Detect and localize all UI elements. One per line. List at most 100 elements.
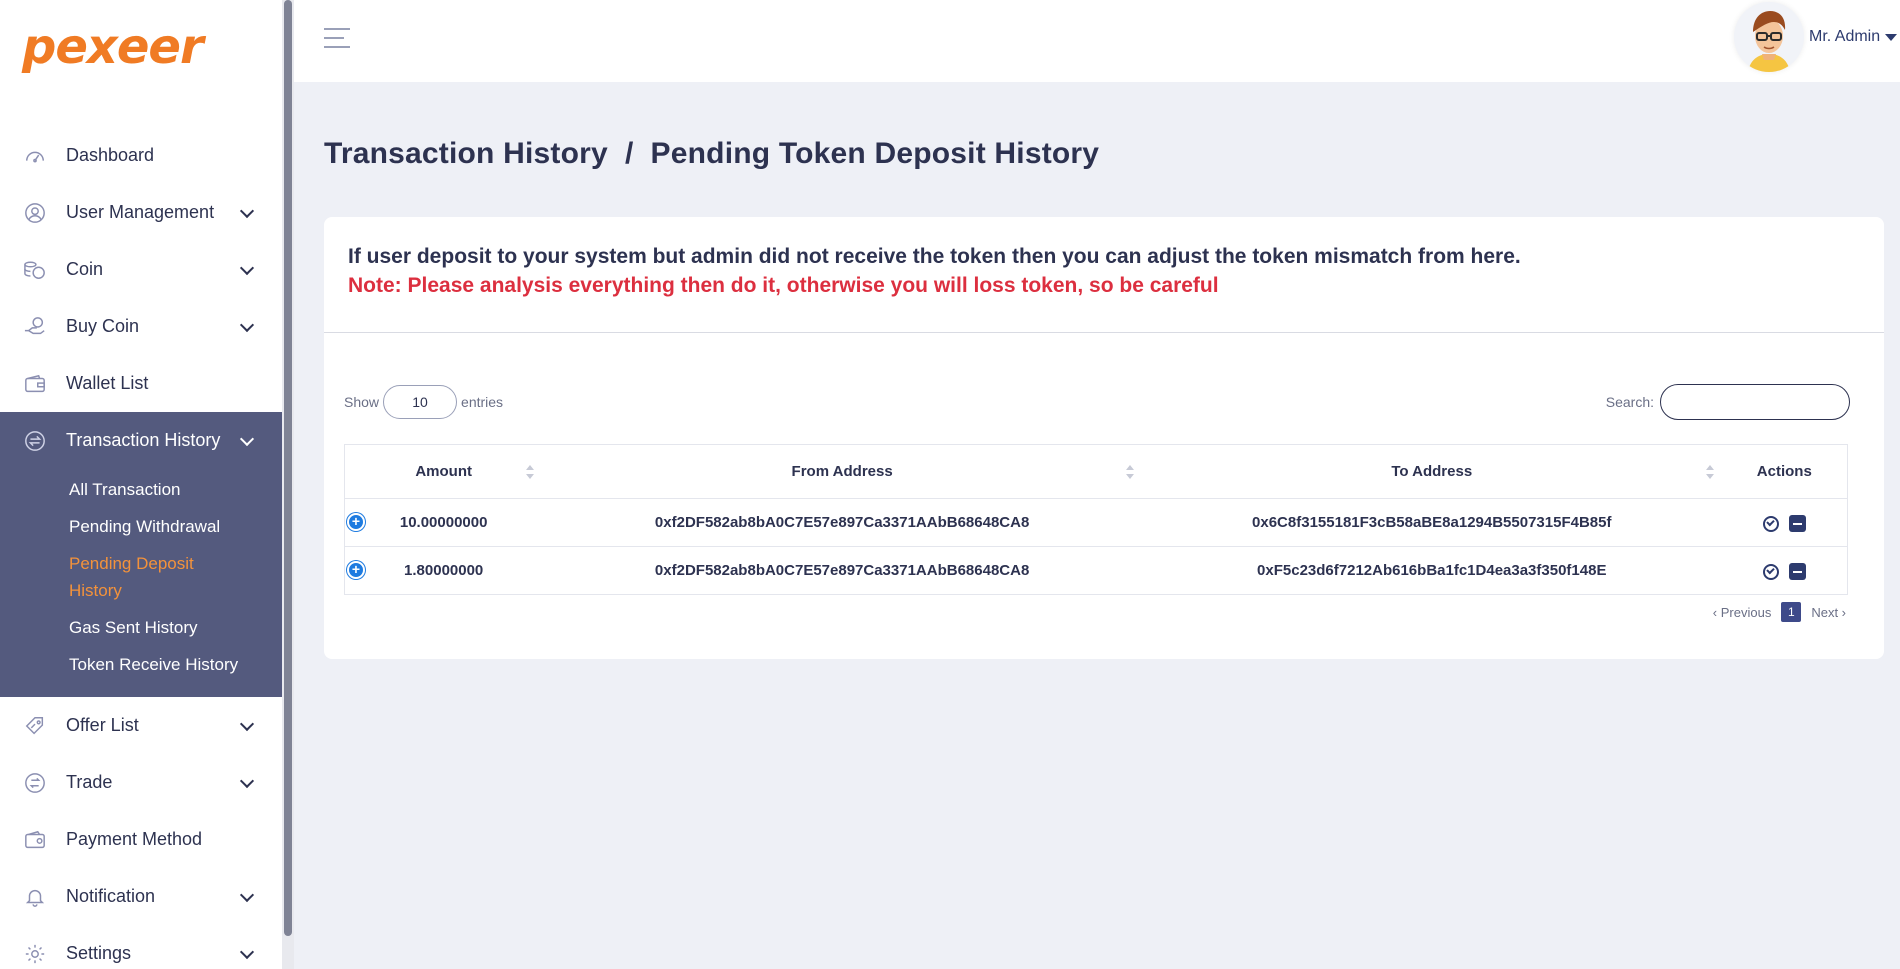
notice-text: If user deposit to your system but admin…: [348, 245, 1521, 268]
sidebar-scrollbar[interactable]: [284, 0, 292, 936]
page-title: Transaction History / Pending Token Depo…: [324, 137, 1100, 170]
sidebar-item-label: User Management: [66, 202, 215, 222]
sort-icon: [526, 464, 535, 479]
chevron-down-icon: [239, 944, 255, 959]
sidebar: pexeer Dashboard User Management Coin Bu…: [0, 0, 282, 969]
sidebar-item-label: Payment Method: [66, 829, 203, 849]
page-1-button[interactable]: 1: [1781, 602, 1802, 622]
sidebar-subitem-pending-withdrawal[interactable]: Pending Withdrawal: [69, 508, 282, 545]
sidebar-item-label: Coin: [66, 259, 104, 279]
sidebar-item-settings[interactable]: Settings: [0, 925, 282, 969]
search-control: Search:: [1606, 384, 1850, 420]
sidebar-item-notification[interactable]: Notification: [0, 868, 282, 925]
sidebar-item-offer-list[interactable]: Offer List: [0, 697, 282, 754]
sort-icon: [1705, 464, 1714, 479]
table-row: + 1.80000000 0xf2DF582ab8bA0C7E57e897Ca3…: [344, 546, 1848, 595]
sidebar-subitem-pending-deposit-history[interactable]: Pending Deposit History: [69, 545, 219, 609]
chevron-down-icon: [239, 317, 255, 332]
cell-to-address: 0x6C8f3155181F3cB58aBE8a1294B5507315F4B8…: [1141, 498, 1722, 547]
logo[interactable]: pexeer: [22, 14, 204, 80]
reject-icon[interactable]: [1788, 563, 1806, 580]
sidebar-item-label: Dashboard: [66, 145, 155, 165]
avatar[interactable]: [1734, 2, 1804, 72]
sidebar-item-label: Trade: [66, 772, 113, 792]
cell-from-address: 0xf2DF582ab8bA0C7E57e897Ca3371AAbB68648C…: [542, 546, 1142, 595]
approve-icon[interactable]: [1762, 515, 1779, 532]
column-header-to-address[interactable]: To Address: [1141, 444, 1722, 499]
cell-actions: [1721, 546, 1848, 595]
expand-row-icon[interactable]: +: [347, 513, 365, 531]
sidebar-group-transaction-history: Transaction History All Transaction Pend…: [0, 412, 282, 697]
user-circle-icon: [22, 200, 48, 226]
sidebar-item-label: Buy Coin: [66, 316, 140, 336]
cell-amount: + 1.80000000: [344, 546, 543, 595]
sidebar-subitem-all-transaction[interactable]: All Transaction: [69, 471, 282, 508]
next-page-button[interactable]: Next ›: [1811, 605, 1846, 620]
content-card: If user deposit to your system but admin…: [324, 217, 1884, 659]
sidebar-item-trade[interactable]: Trade: [0, 754, 282, 811]
cell-actions: [1721, 498, 1848, 547]
deposit-table: Amount From Address To Address Actions +…: [344, 444, 1848, 595]
chevron-down-icon: [239, 203, 255, 218]
sidebar-item-buy-coin[interactable]: Buy Coin: [0, 298, 282, 355]
cell-to-address: 0xF5c23d6f7212Ab616bBa1fc1D4ea3a3f350f14…: [1141, 546, 1722, 595]
cell-from-address: 0xf2DF582ab8bA0C7E57e897Ca3371AAbB68648C…: [542, 498, 1142, 547]
sidebar-item-label: Offer List: [66, 715, 139, 735]
sidebar-item-wallet-list[interactable]: Wallet List: [0, 355, 282, 412]
payment-wallet-icon: [22, 827, 48, 853]
logo-text: pexeer: [22, 19, 204, 75]
reject-icon[interactable]: [1788, 515, 1806, 532]
exchange-icon: [22, 428, 48, 454]
column-header-actions: Actions: [1721, 444, 1848, 499]
bell-icon: [22, 884, 48, 910]
speedometer-icon: [22, 143, 48, 169]
sidebar-item-payment-method[interactable]: Payment Method: [0, 811, 282, 868]
sidebar-submenu: All Transaction Pending Withdrawal Pendi…: [0, 469, 282, 697]
cell-amount: + 10.00000000: [344, 498, 543, 547]
warning-text: Note: Please analysis everything then do…: [348, 274, 1219, 297]
sort-icon: [1125, 464, 1134, 479]
entries-select[interactable]: 10: [383, 385, 458, 419]
previous-page-button[interactable]: ‹ Previous: [1713, 605, 1772, 620]
gear-icon: [22, 941, 48, 967]
entries-label: entries: [461, 394, 504, 410]
sidebar-item-user-management[interactable]: User Management: [0, 184, 282, 241]
hand-coin-icon: [22, 314, 48, 340]
sidebar-item-dashboard[interactable]: Dashboard: [0, 127, 282, 184]
chevron-down-icon: [239, 260, 255, 275]
wallet-icon: [22, 371, 48, 397]
caret-down-icon: [1885, 33, 1898, 41]
entries-value: 10: [412, 394, 428, 410]
chevron-down-icon: [239, 716, 255, 731]
entries-length-control: Show 10 entries: [344, 385, 503, 419]
expand-row-icon[interactable]: +: [347, 561, 365, 579]
table-row: + 10.00000000 0xf2DF582ab8bA0C7E57e897Ca…: [344, 498, 1848, 547]
search-label: Search:: [1605, 394, 1654, 410]
sidebar-menu: Dashboard User Management Coin Buy Coin: [0, 127, 282, 969]
coins-icon: [22, 257, 48, 283]
sidebar-subitem-token-receive-history[interactable]: Token Receive History: [69, 646, 282, 683]
column-header-amount[interactable]: Amount: [344, 444, 543, 499]
notice: If user deposit to your system but admin…: [348, 242, 1868, 300]
sidebar-subitem-gas-sent-history[interactable]: Gas Sent History: [69, 609, 282, 646]
column-header-from-address[interactable]: From Address: [542, 444, 1142, 499]
offer-tag-icon: [22, 713, 48, 739]
sidebar-item-label: Transaction History: [66, 430, 221, 450]
sidebar-item-label: Settings: [66, 943, 132, 963]
menu-toggle-icon[interactable]: [324, 28, 350, 50]
approve-icon[interactable]: [1762, 563, 1779, 580]
chevron-down-icon: [239, 773, 255, 788]
table-header-row: Amount From Address To Address Actions: [344, 444, 1848, 499]
search-input[interactable]: [1660, 384, 1850, 420]
topbar: Mr. Admin: [294, 0, 1900, 82]
user-name: Mr. Admin: [1809, 28, 1881, 45]
divider: [324, 332, 1884, 333]
chevron-down-icon: [239, 431, 255, 446]
trade-icon: [22, 770, 48, 796]
sidebar-item-coin[interactable]: Coin: [0, 241, 282, 298]
chevron-down-icon: [239, 887, 255, 902]
sidebar-item-label: Notification: [66, 886, 156, 906]
sidebar-item-transaction-history[interactable]: Transaction History: [0, 412, 282, 469]
user-menu[interactable]: Mr. Admin: [1809, 28, 1898, 46]
pagination: ‹ Previous 1 Next ›: [1713, 602, 1846, 622]
